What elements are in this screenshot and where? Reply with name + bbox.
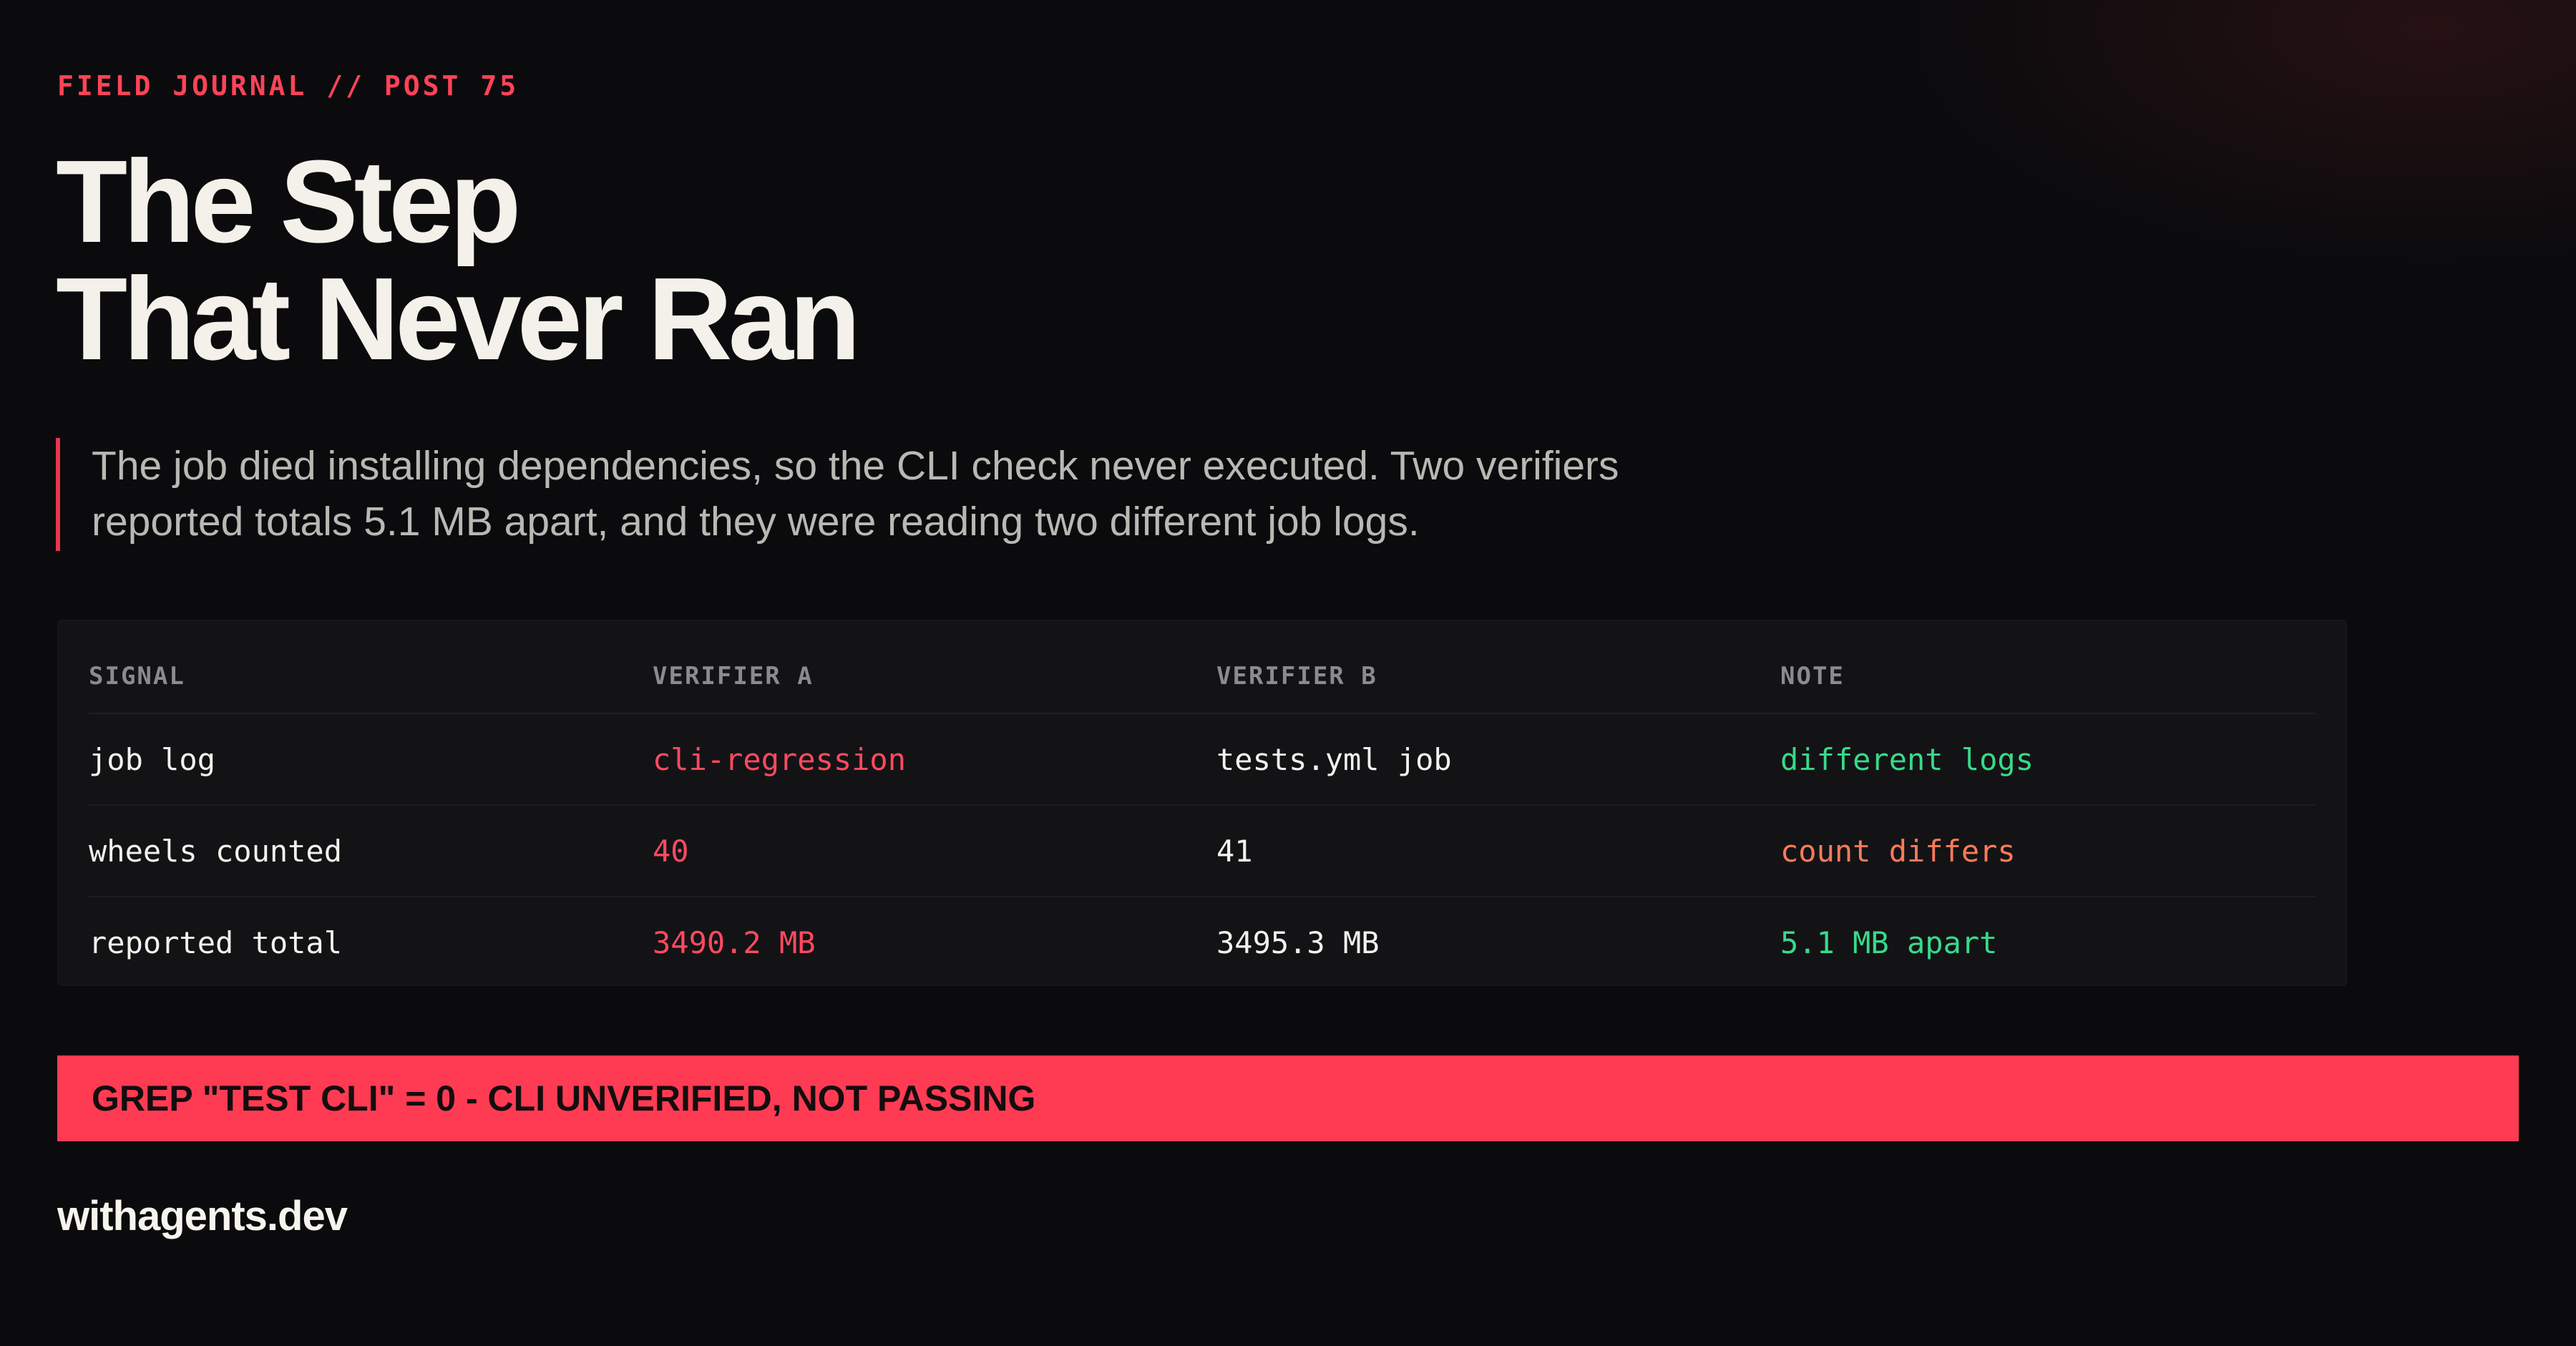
verifier-b-cell: tests.yml job <box>1216 713 1780 806</box>
verifier-a-cell: 3490.2 MB <box>653 925 816 960</box>
signal-cell: job log <box>89 713 653 806</box>
verifier-b-cell: 3495.3 MB <box>1216 925 1380 960</box>
column-header-verifier-b: VERIFIER B <box>1216 640 1780 714</box>
status-banner: GREP "TEST CLI" = 0 - CLI UNVERIFIED, NO… <box>57 1055 2519 1141</box>
comparison-table-card: SIGNAL VERIFIER A VERIFIER B NOTE job lo… <box>57 620 2347 986</box>
lede-block: The job died installing dependencies, so… <box>56 438 1777 551</box>
table-row: job log cli-regression tests.yml job dif… <box>89 713 2316 806</box>
verifier-b-cell: 41 <box>1216 805 1780 897</box>
title-line-1: The Step <box>56 136 522 267</box>
site-domain: withagents.dev <box>57 1193 348 1239</box>
table-row: reported total 3490.2 MB 3495.3 MB 5.1 M… <box>89 897 2316 987</box>
background-glow <box>1860 0 2576 286</box>
post-kicker: FIELD JOURNAL // POST 75 <box>57 70 519 102</box>
verifier-a-cell: cli-regression <box>653 713 1216 806</box>
page-title: The Step That Never Ran <box>56 136 861 384</box>
column-header-signal: SIGNAL <box>89 640 653 714</box>
column-header-note: NOTE <box>1780 640 2316 714</box>
column-header-verifier-a: VERIFIER A <box>653 640 1216 714</box>
title-line-2: That Never Ran <box>56 253 861 384</box>
lede-text: The job died installing dependencies, so… <box>92 443 1619 545</box>
table-header-row: SIGNAL VERIFIER A VERIFIER B NOTE <box>89 640 2316 714</box>
note-cell: count differs <box>1780 805 2316 897</box>
status-banner-text: GREP "TEST CLI" = 0 - CLI UNVERIFIED, NO… <box>92 1078 1036 1118</box>
table-row: wheels counted 40 41 count differs <box>89 805 2316 897</box>
signal-cell: reported total <box>89 925 343 960</box>
signal-cell: wheels counted <box>89 805 653 897</box>
note-cell: 5.1 MB apart <box>1780 925 1998 960</box>
comparison-table: SIGNAL VERIFIER A VERIFIER B NOTE job lo… <box>89 640 2316 987</box>
verifier-a-cell: 40 <box>653 805 1216 897</box>
note-cell: different logs <box>1780 713 2316 806</box>
